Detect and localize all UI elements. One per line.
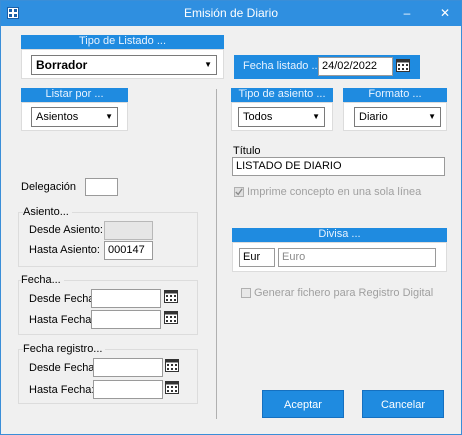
generar-fichero-label: Generar fichero para Registro Digital [254,287,434,299]
tipo-listado-value: Borrador [36,58,88,72]
chevron-down-icon: ▼ [312,112,320,121]
tipo-listado-header: Tipo de Listado ... [21,35,224,49]
calendar-icon[interactable] [164,311,178,324]
delegacion-input[interactable] [85,178,118,196]
desde-asiento-input[interactable] [104,221,153,240]
desde-fecha-registro-label: Desde Fecha: [29,362,98,374]
formato-value: Diario [359,111,388,123]
asiento-group-title: Asiento... [23,206,72,218]
fecha-listado-input[interactable]: 24/02/2022 [318,57,393,76]
listar-por-header: Listar por ... [21,88,128,102]
window-title: Emisión de Diario [183,6,279,20]
formato-header: Formato ... [343,88,447,102]
hasta-asiento-input[interactable]: 000147 [104,241,153,260]
hasta-fecha-input[interactable] [91,310,161,329]
check-icon [235,188,243,196]
hasta-fecha-label: Hasta Fecha: [29,314,95,326]
chevron-down-icon: ▼ [105,112,113,121]
desde-fecha-registro-input[interactable] [93,358,163,377]
calendar-icon[interactable] [165,359,179,372]
chevron-down-icon: ▼ [204,60,212,69]
calendar-icon[interactable] [396,59,410,72]
close-button[interactable]: ✕ [431,1,459,26]
minimize-button[interactable]: – [393,1,421,26]
calendar-icon[interactable] [165,381,179,394]
tipo-asiento-value: Todos [243,111,273,123]
desde-fecha-input[interactable] [91,289,161,308]
formato-select[interactable]: Diario ▼ [354,107,441,127]
hasta-fecha-registro-input[interactable] [93,380,163,399]
desde-asiento-label: Desde Asiento: [29,224,103,236]
imprime-concepto-checkbox[interactable] [234,187,244,197]
cancelar-button[interactable]: Cancelar [362,390,444,418]
imprime-concepto-label: Imprime concepto en una sola línea [247,186,422,198]
tipo-listado-select[interactable]: Borrador ▼ [31,55,217,75]
divisa-header: Divisa ... [232,228,447,242]
chevron-down-icon: ▼ [428,112,436,121]
tipo-asiento-header: Tipo de asiento ... [231,88,333,102]
aceptar-button[interactable]: Aceptar [262,390,344,418]
listar-por-select[interactable]: Asientos ▼ [31,107,118,127]
divisa-name-input: Euro [278,248,436,267]
hasta-asiento-label: Hasta Asiento: [29,244,100,256]
listar-por-value: Asientos [36,111,79,123]
fecha-listado-label: Fecha listado ... [243,60,321,72]
tipo-asiento-select[interactable]: Todos ▼ [238,107,325,127]
fecha-group-title: Fecha... [21,274,64,286]
divisa-code-input[interactable]: Eur [239,248,275,267]
dialog-window: Emisión de Diario – ✕ Tipo de Listado ..… [0,0,462,435]
fecha-registro-group-title: Fecha registro... [23,343,106,355]
titulo-label: Título [233,145,261,157]
titulo-input[interactable]: LISTADO DE DIARIO [232,157,445,176]
title-bar: Emisión de Diario – ✕ [1,1,461,26]
hasta-fecha-registro-label: Hasta Fecha: [29,384,95,396]
calendar-icon[interactable] [164,290,178,303]
generar-fichero-checkbox[interactable] [241,288,251,298]
vertical-divider [216,89,217,419]
delegacion-label: Delegación [21,181,77,193]
desde-fecha-label: Desde Fecha: [29,293,98,305]
